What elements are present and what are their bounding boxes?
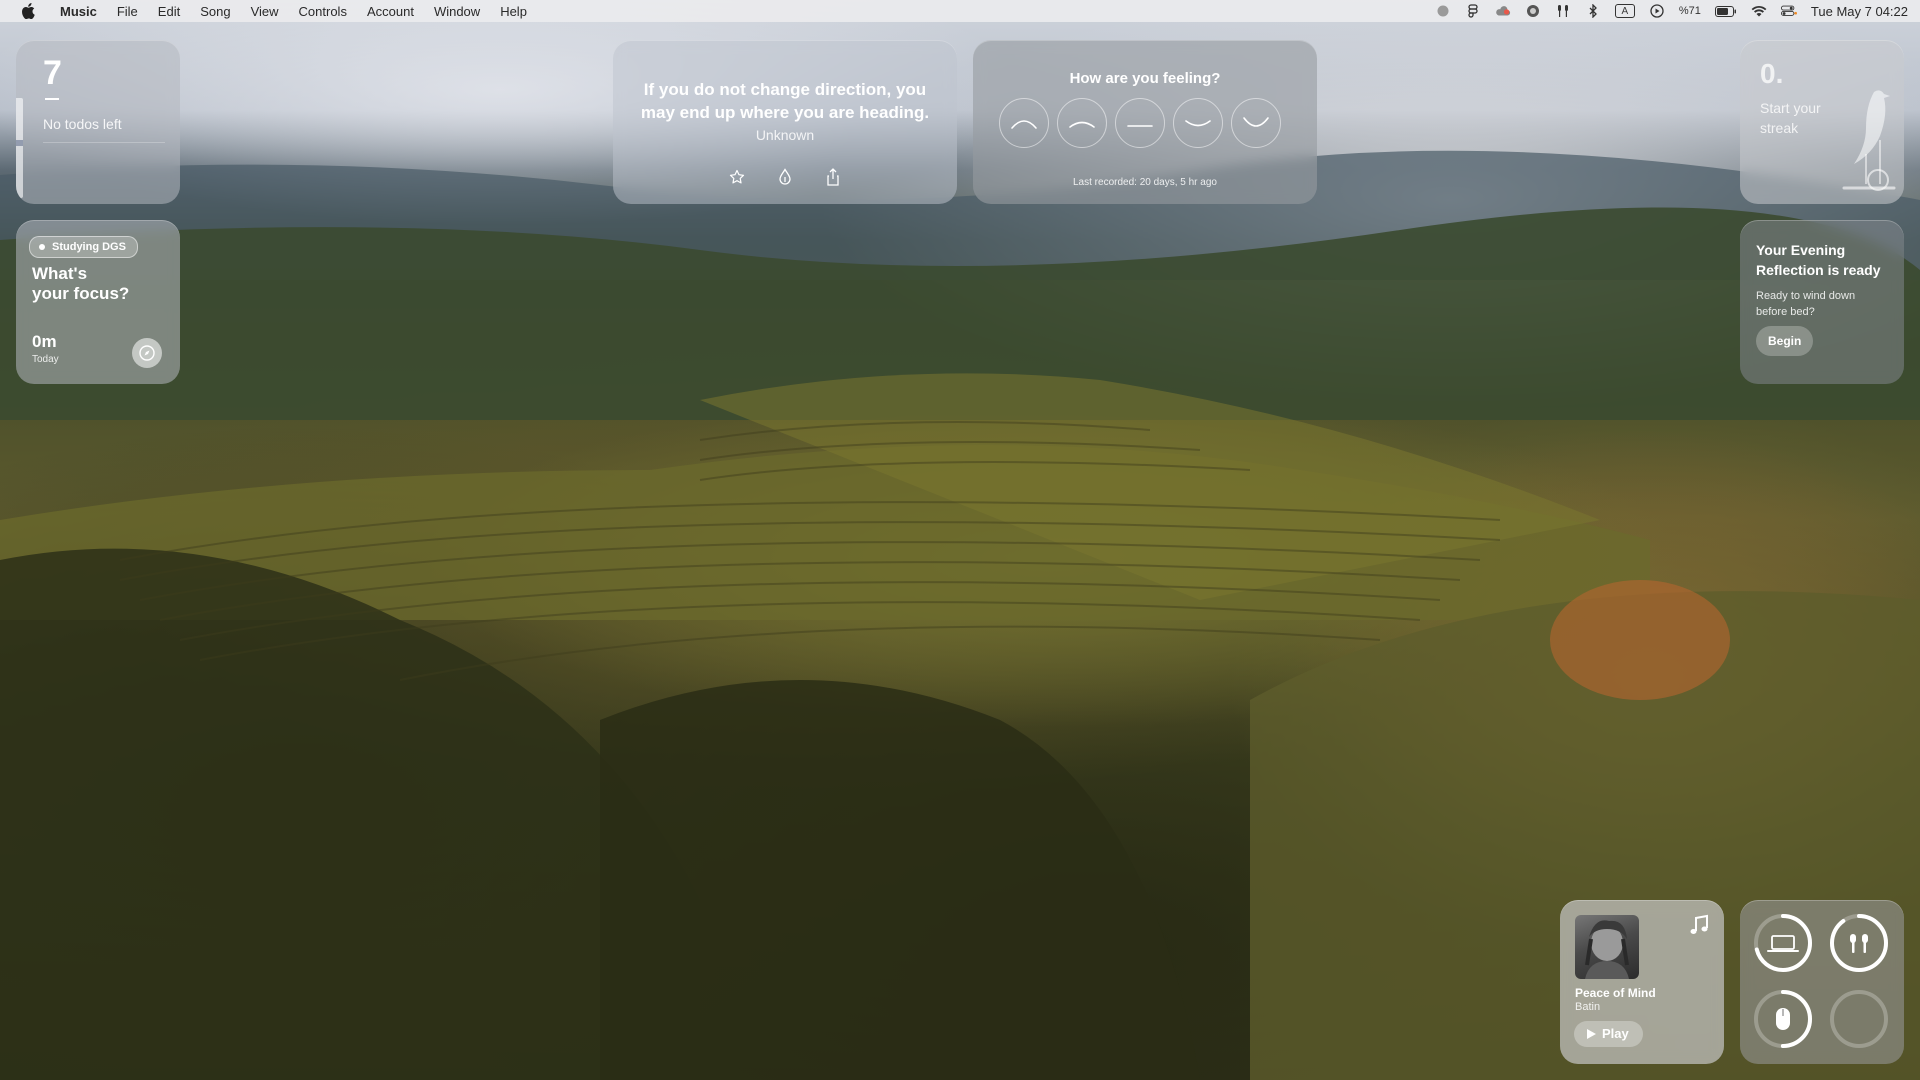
menu-song[interactable]: Song	[190, 4, 240, 19]
battery-percent: %71	[1678, 5, 1701, 17]
focus-question-line2: your focus?	[32, 284, 130, 303]
streak-label: Start your streak	[1760, 100, 1821, 136]
mood-last-recorded: Last recorded: 20 days, 5 hr ago	[1073, 177, 1217, 188]
bluetooth-icon[interactable]	[1585, 4, 1601, 18]
music-widget[interactable]: Peace of Mind Batin Play	[1560, 900, 1724, 1064]
star-icon[interactable]	[728, 168, 746, 186]
input-source-icon[interactable]: A	[1614, 4, 1635, 18]
empty-battery-slot	[1830, 990, 1888, 1048]
focus-widget[interactable]: Studying DGS What's your focus? 0m Today	[16, 220, 180, 384]
apple-menu-icon[interactable]	[20, 3, 36, 19]
reflection-title: Your Evening Reflection is ready	[1756, 242, 1881, 278]
laptop-icon	[1767, 935, 1799, 952]
focus-minutes: 0m	[32, 332, 57, 351]
menu-view[interactable]: View	[241, 4, 289, 19]
play-button[interactable]: Play	[1574, 1021, 1643, 1047]
very-sad-icon[interactable]	[999, 98, 1049, 148]
airpods-battery-ring	[1830, 914, 1888, 972]
quote-text: If you do not change direction, you may …	[640, 80, 930, 122]
very-happy-icon[interactable]	[1231, 98, 1281, 148]
airpods-icon	[1850, 934, 1868, 953]
reflection-subtitle: Ready to wind down before bed?	[1756, 290, 1856, 318]
mood-title: How are you feeling?	[1069, 70, 1221, 87]
song-artist: Batin	[1575, 1001, 1601, 1013]
menubar-clock[interactable]: Tue May 7 04:22	[1811, 4, 1908, 19]
focus-tag-label: Studying DGS	[52, 241, 126, 253]
drop-icon[interactable]	[776, 168, 794, 186]
share-icon[interactable]	[824, 168, 842, 186]
todos-widget[interactable]: 7 No todos left	[16, 40, 180, 204]
figma-icon[interactable]	[1465, 4, 1481, 18]
play-icon	[1587, 1029, 1596, 1039]
menu-app-name[interactable]: Music	[50, 4, 107, 19]
menu-help[interactable]: Help	[490, 4, 537, 19]
mouse-battery-ring	[1754, 990, 1812, 1048]
menu-controls[interactable]: Controls	[289, 4, 357, 19]
battery-icon[interactable]	[1714, 4, 1737, 18]
focus-question-line1: What's	[32, 264, 88, 283]
menu-edit[interactable]: Edit	[148, 4, 190, 19]
mouse-icon	[1776, 1008, 1790, 1030]
sad-icon[interactable]	[1057, 98, 1107, 148]
cloud-icon[interactable]	[1495, 4, 1511, 18]
laptop-battery-ring	[1754, 914, 1812, 972]
play-circle-icon[interactable]	[1649, 4, 1665, 18]
todos-label: No todos left	[43, 116, 122, 132]
happy-icon[interactable]	[1173, 98, 1223, 148]
focus-period: Today	[32, 354, 59, 365]
quote-actions	[613, 168, 957, 186]
batteries-widget[interactable]	[1740, 900, 1904, 1064]
airpods-icon[interactable]	[1555, 4, 1571, 18]
circle-icon[interactable]	[1525, 4, 1541, 18]
todos-underline	[45, 98, 59, 100]
todos-count: 7	[43, 54, 62, 92]
quote-widget[interactable]: If you do not change direction, you may …	[613, 40, 957, 204]
todos-accent-divider	[16, 140, 23, 146]
menu-file[interactable]: File	[107, 4, 148, 19]
todos-accent-bar	[16, 98, 23, 198]
mood-options	[999, 98, 1281, 148]
record-icon[interactable]	[1435, 4, 1451, 18]
todos-divider	[43, 142, 165, 143]
album-art[interactable]	[1575, 915, 1639, 979]
play-label: Play	[1602, 1026, 1629, 1041]
status-area: A %71 Tue May 7 04:22	[1435, 0, 1908, 22]
focus-start-button[interactable]	[132, 338, 162, 368]
compass-icon	[139, 345, 155, 361]
begin-button[interactable]: Begin	[1756, 326, 1814, 356]
music-note-icon	[1690, 914, 1708, 934]
menu-window[interactable]: Window	[424, 4, 490, 19]
bird-icon	[1842, 90, 1896, 191]
streak-widget[interactable]: 0. Start your streak	[1740, 40, 1904, 204]
control-center-icon[interactable]	[1780, 4, 1797, 18]
neutral-icon[interactable]	[1115, 98, 1165, 148]
menu-bar: Music File Edit Song View Controls Accou…	[0, 0, 1920, 22]
reflection-widget[interactable]: Your Evening Reflection is ready Ready t…	[1740, 220, 1904, 384]
menu-account[interactable]: Account	[357, 4, 424, 19]
streak-count: 0.	[1760, 58, 1784, 89]
song-title: Peace of Mind	[1575, 986, 1656, 1000]
quote-author: Unknown	[755, 127, 815, 143]
mood-widget[interactable]: How are you feeling? Last recorded: 20 d…	[973, 40, 1317, 204]
focus-tag-pill[interactable]: Studying DGS	[29, 236, 138, 258]
focus-tag-dot	[39, 244, 45, 250]
wifi-icon[interactable]	[1751, 4, 1767, 18]
